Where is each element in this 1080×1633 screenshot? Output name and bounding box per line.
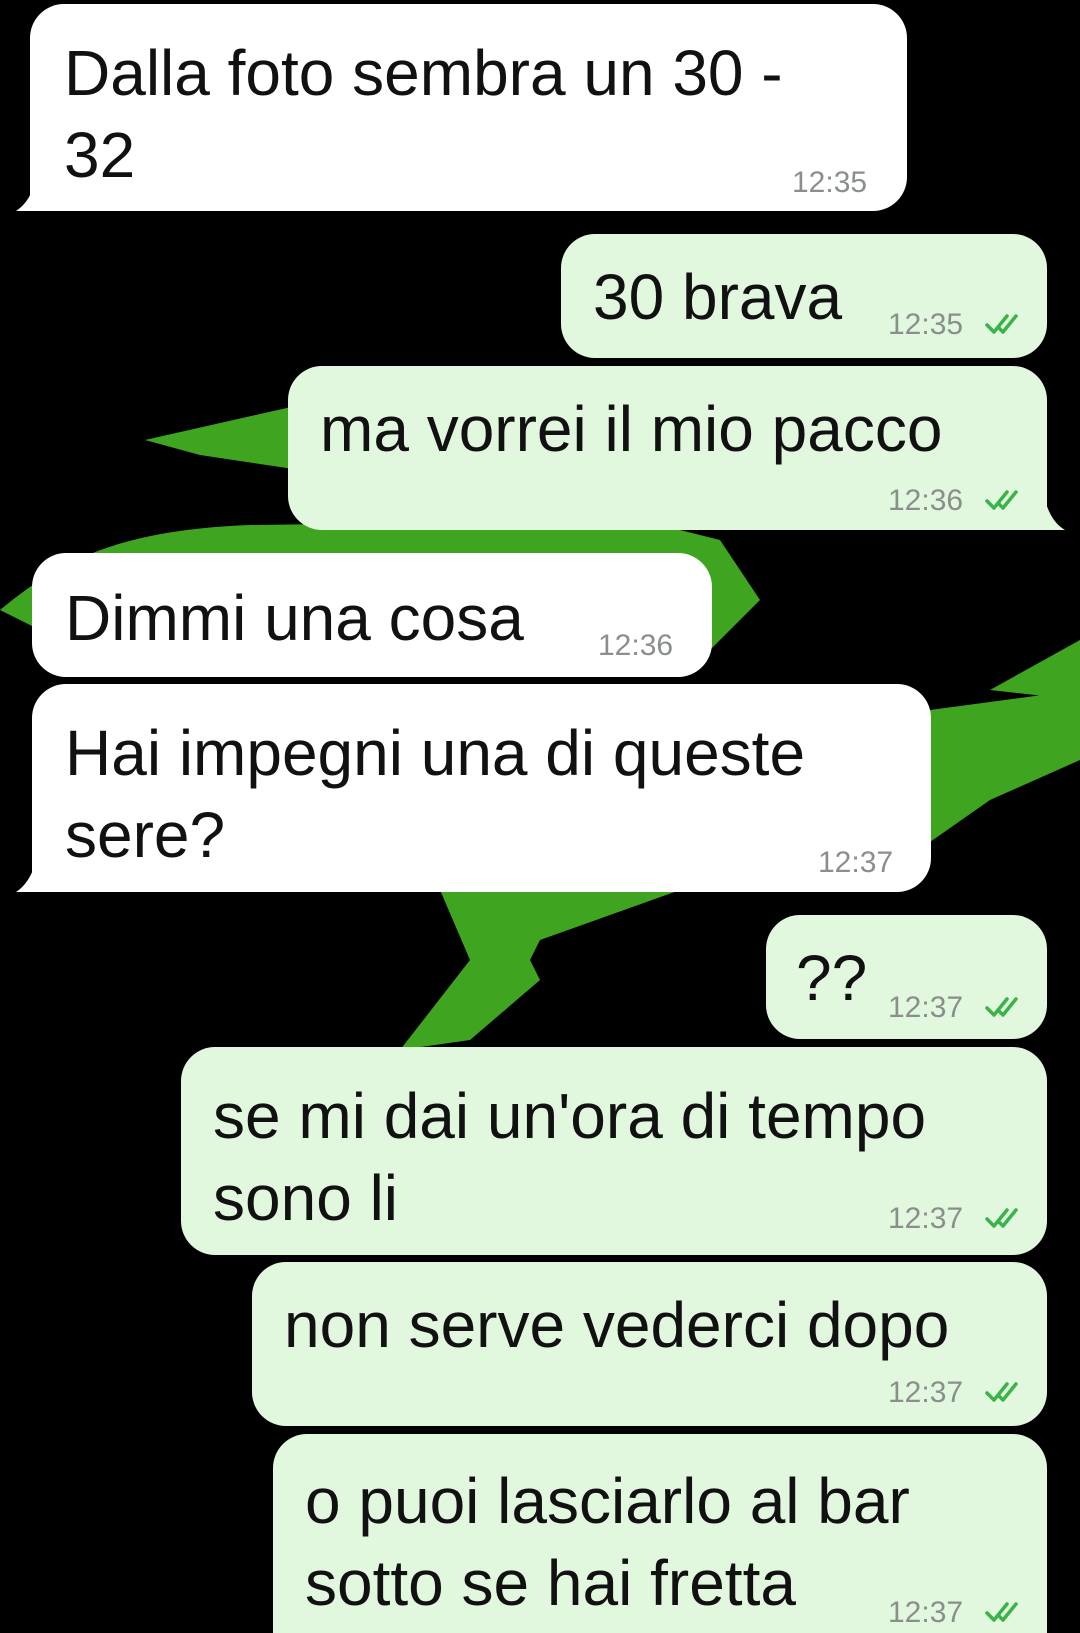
message-bubble-outgoing[interactable]: o puoi lasciarlo al bar sotto se hai fre… <box>273 1434 1047 1633</box>
message-text: non serve vederci dopo <box>284 1289 950 1361</box>
message-text: o puoi lasciarlo al bar sotto se hai fre… <box>305 1465 910 1619</box>
double-check-read-icon <box>985 997 1018 1017</box>
message-bubble-incoming[interactable]: Hai impegni una di queste sere? 12:37 <box>32 684 931 892</box>
message-time: 12:37 <box>888 1376 964 1409</box>
message-text: Dimmi una cosa <box>65 582 524 654</box>
message-text: ?? <box>796 942 868 1014</box>
message-bubble-outgoing[interactable]: 30 brava 12:35 <box>561 234 1047 358</box>
message-text: Hai impegni una di queste sere? <box>65 717 806 871</box>
wallpaper-swoosh-lower <box>400 890 680 1050</box>
message-time: 12:36 <box>598 629 674 662</box>
message-time: 12:37 <box>818 846 894 879</box>
message-bubble-outgoing[interactable]: non serve vederci dopo 12:37 <box>252 1262 1047 1426</box>
bubble-tail-outgoing <box>1045 500 1065 530</box>
message-bubble-outgoing[interactable]: ma vorrei il mio pacco 12:36 <box>288 366 1047 530</box>
double-check-read-icon <box>985 1602 1018 1622</box>
message-text: Dalla foto sembra un 30 - 32 <box>64 37 783 191</box>
message-bubble-outgoing[interactable]: se mi dai un'ora di tempo sono li 12:37 <box>181 1047 1047 1255</box>
message-bubble-incoming[interactable]: Dimmi una cosa 12:36 <box>32 553 712 677</box>
message-time: 12:37 <box>888 991 964 1024</box>
double-check-read-icon <box>985 314 1018 334</box>
double-check-read-icon <box>985 1208 1018 1228</box>
wallpaper-swoosh-upper <box>145 405 300 470</box>
double-check-read-icon <box>985 490 1018 510</box>
message-text: se mi dai un'ora di tempo sono li <box>213 1080 927 1234</box>
wallpaper-swoosh-tip <box>990 640 1080 700</box>
message-time: 12:35 <box>792 166 868 199</box>
message-bubble-incoming[interactable]: Dalla foto sembra un 30 - 32 12:35 <box>30 4 907 211</box>
message-time: 12:37 <box>888 1596 964 1629</box>
message-text: ma vorrei il mio pacco <box>320 393 943 465</box>
message-time: 12:36 <box>888 484 964 517</box>
message-time: 12:35 <box>888 308 964 341</box>
message-bubble-outgoing[interactable]: ?? 12:37 <box>766 915 1047 1039</box>
message-time: 12:37 <box>888 1202 964 1235</box>
message-text: 30 brava <box>593 261 843 333</box>
double-check-read-icon <box>985 1382 1018 1402</box>
